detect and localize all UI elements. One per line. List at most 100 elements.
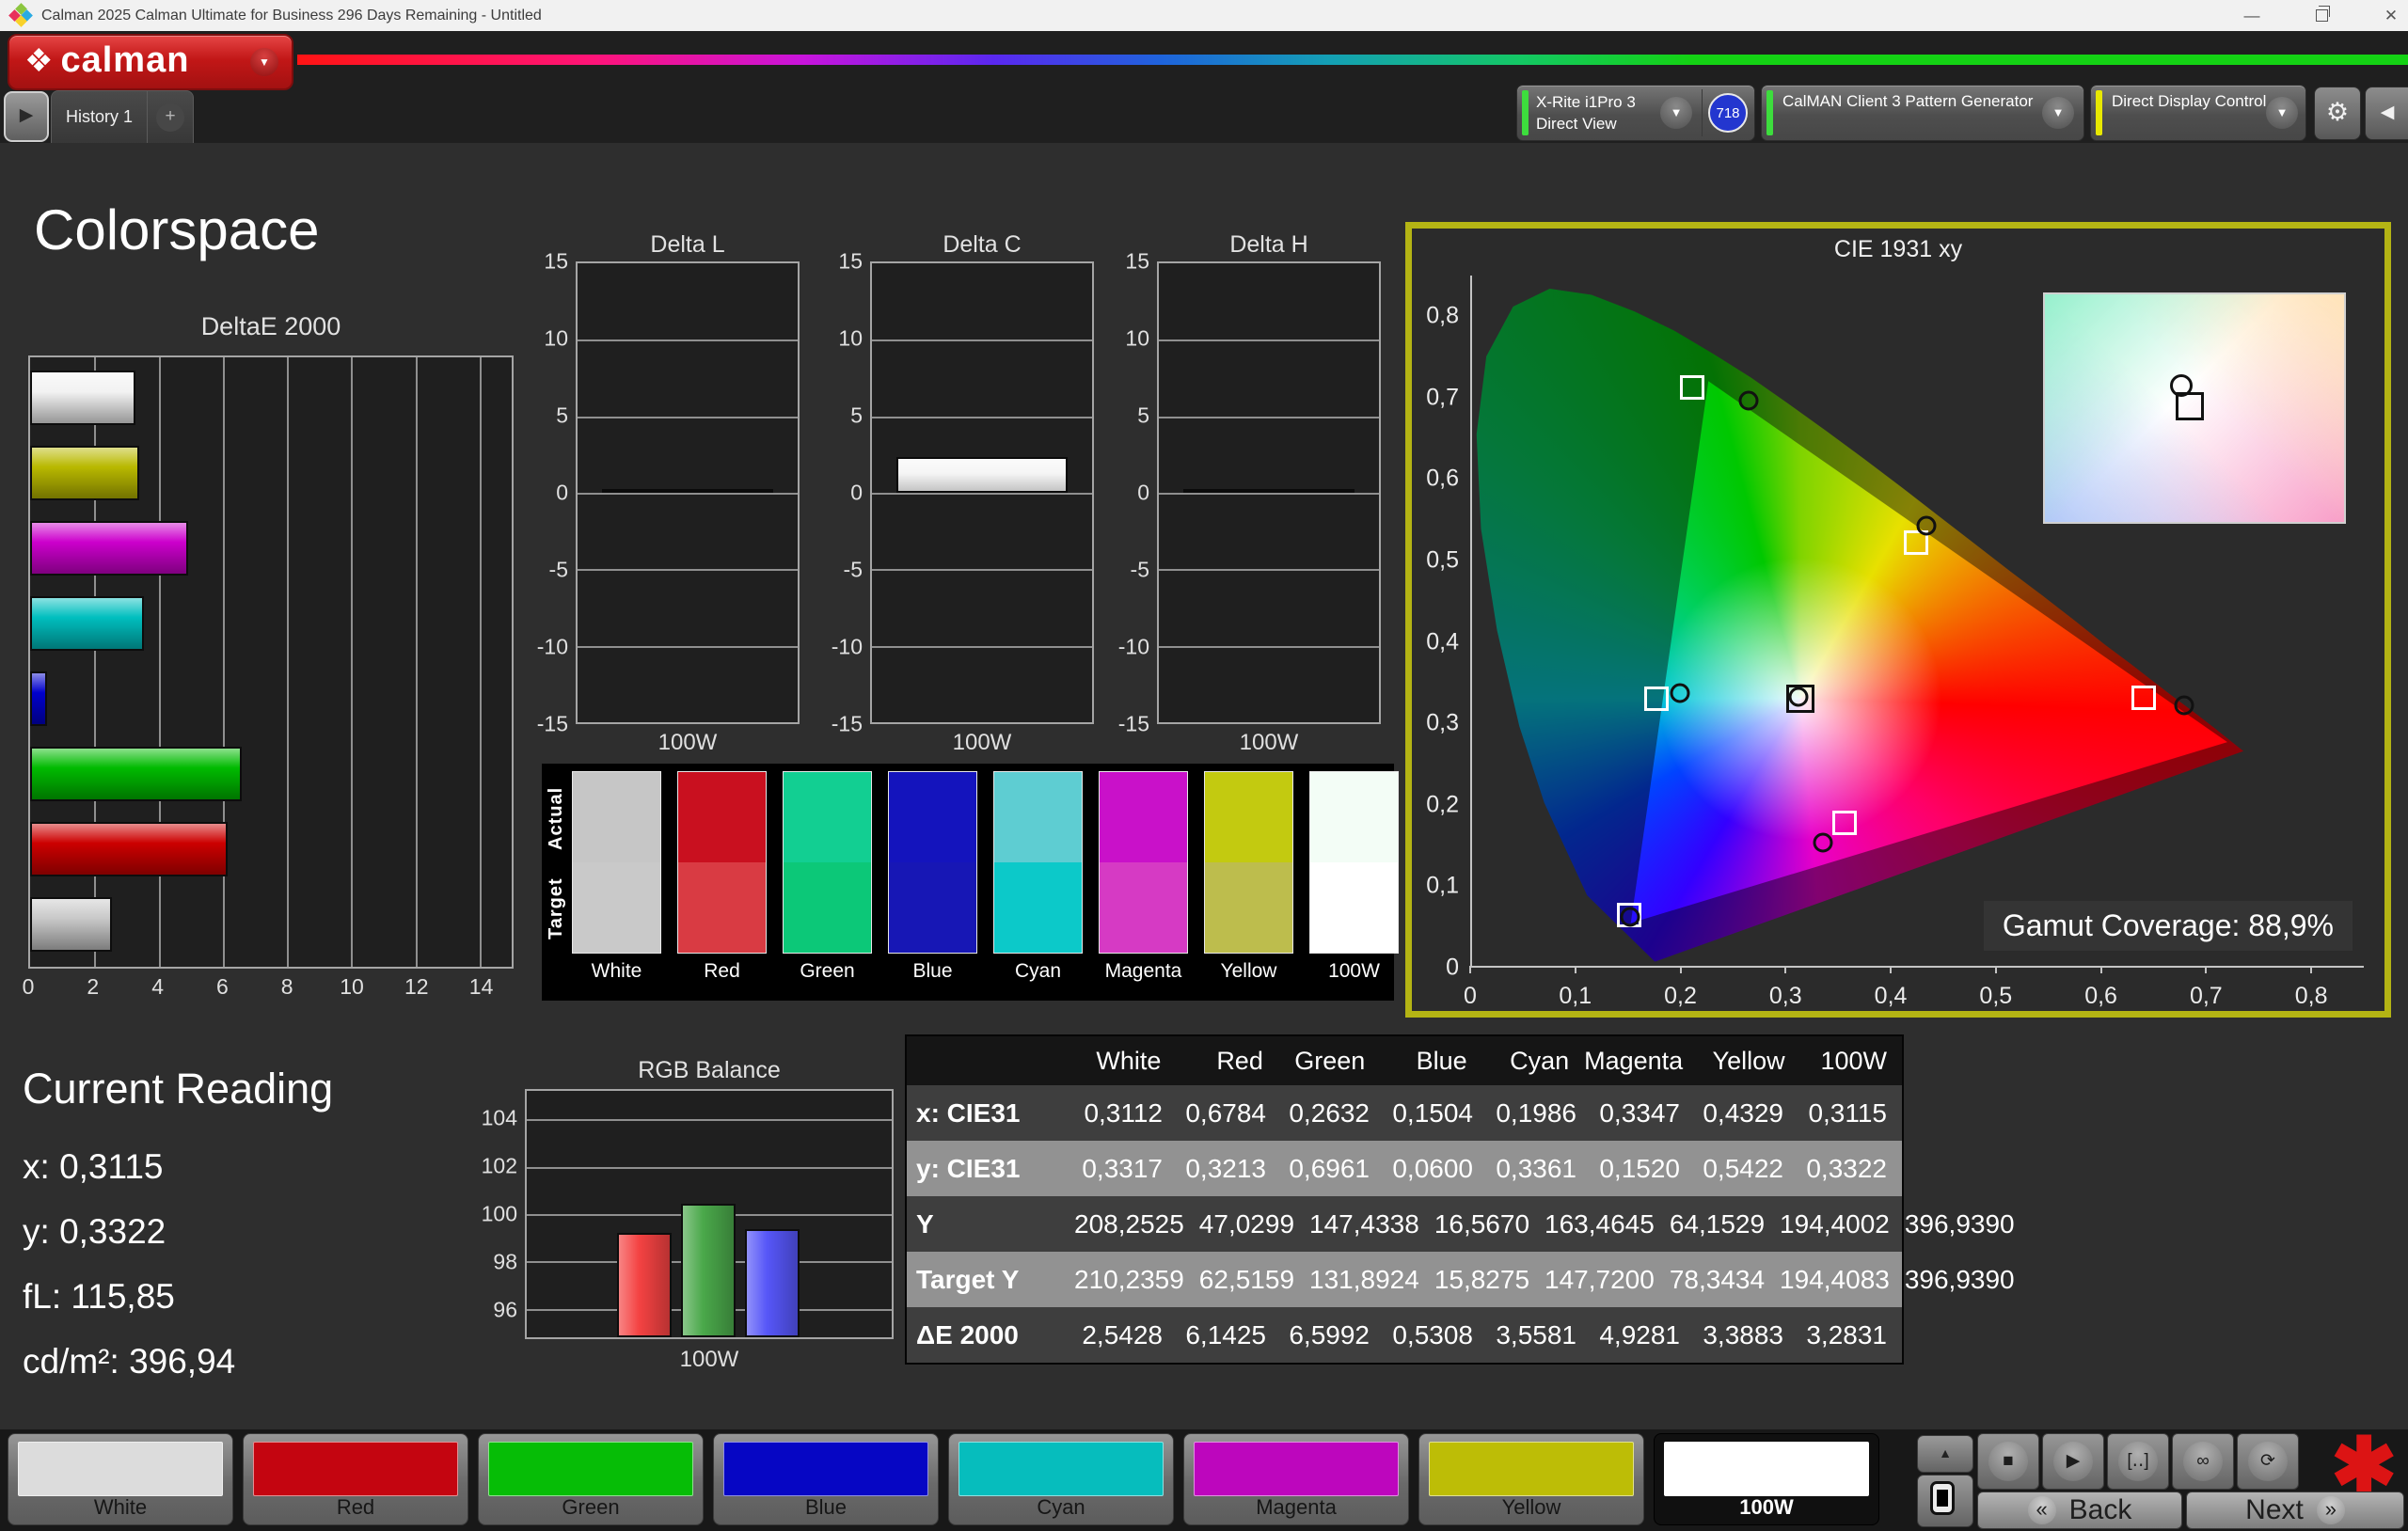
cie-x-tick-label: 0,6	[2084, 983, 2117, 1009]
actual-row-label: Actual	[546, 786, 566, 850]
cie-x-tick-label: 0,5	[1979, 983, 2013, 1009]
calman-menu-button[interactable]: ❖ calman ▼	[8, 34, 293, 90]
pattern-button-yellow[interactable]: Yellow	[1418, 1433, 1644, 1525]
reading-cdm2-label: cd/m²:	[23, 1342, 119, 1381]
settings-button[interactable]: ⚙	[2314, 87, 2361, 140]
gamut-coverage-label: Gamut Coverage:	[2002, 908, 2241, 942]
swatch-actual-white	[573, 772, 660, 862]
deltae-x-tick-label: 12	[404, 974, 429, 999]
minimize-button[interactable]: —	[2226, 0, 2278, 31]
delta_c-y-tick-label: -5	[843, 557, 863, 582]
stop-icon: ■	[1988, 1442, 2028, 1481]
delta_c-bar	[895, 457, 1069, 493]
delta-h-chart-title: Delta H	[1229, 231, 1308, 258]
refresh-button[interactable]: ⟳	[2237, 1433, 2299, 1490]
swatch-stack	[1204, 771, 1293, 954]
delta_h-y-tick-label: 10	[1125, 325, 1149, 351]
delta_c-y-tick-label: 5	[850, 402, 863, 428]
reading-cdm2: cd/m²: 396,94	[23, 1342, 333, 1381]
pattern-swatch	[723, 1442, 928, 1496]
collapse-panel-button[interactable]: ◀	[2365, 87, 2408, 140]
meter-dropdown[interactable]: X-Rite i1Pro 3 Direct View ▼ 718	[1516, 85, 1755, 141]
table-cell: 210,2359	[1074, 1264, 1184, 1294]
pattern-button-blue[interactable]: Blue	[713, 1433, 939, 1525]
delta_h-y-tick-label: -5	[1130, 557, 1149, 582]
cie-y-tick-label: 0,3	[1426, 709, 1459, 736]
deltae-bar-100w	[30, 371, 136, 425]
table-cell: 208,2525	[1074, 1208, 1184, 1239]
table-cell: 0,6784	[1185, 1097, 1266, 1128]
play-button[interactable]: ▶	[2042, 1433, 2104, 1490]
cie-chart-plot: Gamut Coverage: 88,9%	[1470, 276, 2364, 968]
table-cell: 194,4083	[1780, 1264, 1890, 1294]
delta_l-y-tick-label: 5	[556, 402, 568, 428]
delta-c-chart-title: Delta C	[943, 231, 1022, 258]
loop-button[interactable]: ∞	[2172, 1433, 2234, 1490]
swatch-target-cyan	[994, 862, 1082, 953]
stop-button[interactable]: ■	[1977, 1433, 2039, 1490]
table-cell: 0,3317	[1082, 1153, 1163, 1183]
table-header-row: White Red Green Blue Cyan Magenta Yellow 100W	[907, 1036, 1902, 1085]
table-cell: 6,5992	[1289, 1319, 1370, 1349]
actual-target-swatch-panel: Actual Target White Red Green Blue Cyan Magen…	[542, 764, 1399, 1001]
cie-measured-red	[2174, 695, 2194, 716]
table-cell: 396,9390	[1904, 1264, 2015, 1294]
deltae-chart-title: DeltaE 2000	[200, 312, 341, 340]
delta_c-gridline	[872, 493, 1092, 495]
table-cell: 0,5422	[1703, 1153, 1783, 1183]
delta_h-y-tick-label: -15	[1117, 711, 1149, 736]
reading-y-label: y:	[23, 1212, 50, 1251]
swatch-label: Green	[800, 960, 855, 982]
delta_h-y-tick-label: 5	[1137, 402, 1149, 428]
step-button[interactable]: [‥]	[2107, 1433, 2169, 1490]
table-row-label: Target Y	[916, 1264, 1020, 1294]
expand-panel-button[interactable]: ▲	[1917, 1435, 1973, 1473]
table-cell: 0,5308	[1392, 1319, 1473, 1349]
reading-x: x: 0,3115	[23, 1147, 333, 1187]
pattern-generator-dropdown[interactable]: CalMAN Client 3 Pattern Generator ▼	[1761, 85, 2084, 141]
table-cell: 131,8924	[1309, 1264, 1419, 1294]
close-button[interactable]: ✕	[2365, 0, 2408, 31]
meter-status-indicator	[1522, 90, 1529, 135]
cie-measured-blue	[1620, 907, 1640, 927]
pattern-button-magenta[interactable]: Magenta	[1183, 1433, 1409, 1525]
pattern-button-red[interactable]: Red	[243, 1433, 468, 1525]
deltae-x-tick-label: 4	[151, 974, 164, 999]
reading-x-value: 0,3115	[59, 1147, 164, 1186]
next-button-label: Next	[2245, 1494, 2304, 1525]
workflow-advance-button[interactable]: ▶	[4, 91, 49, 142]
swatch-stack	[677, 771, 767, 954]
restore-button[interactable]	[2295, 0, 2348, 31]
back-button[interactable]: « Back	[1977, 1492, 2182, 1529]
rgb-y-tick-label: 98	[493, 1249, 517, 1274]
delta_c-gridline	[872, 416, 1092, 418]
pattern-button-100w[interactable]: 100W	[1654, 1433, 1879, 1525]
pattern-swatch	[253, 1442, 458, 1496]
table-cell: 0,2632	[1289, 1097, 1370, 1128]
display-pattern-button[interactable]	[1917, 1475, 1973, 1527]
cie-measured-magenta	[1813, 832, 1833, 853]
add-tab-button[interactable]: +	[147, 91, 193, 144]
pattern-button-label: Cyan	[1037, 1495, 1085, 1519]
cie-1931-chart: CIE 1931 xy Gamut Coverage: 88,9% 0 0,1 0,…	[1405, 222, 2391, 1018]
pattern-button-label: Red	[336, 1495, 375, 1519]
next-chevron-icon: »	[2316, 1496, 2345, 1524]
table-cell: 62,5159	[1198, 1264, 1295, 1294]
next-button[interactable]: Next »	[2186, 1492, 2404, 1529]
pattern-button-green[interactable]: Green	[478, 1433, 704, 1525]
meter-count-badge[interactable]: 718	[1708, 93, 1748, 133]
back-chevron-icon: «	[2027, 1496, 2056, 1524]
swatch-label: Cyan	[1014, 960, 1062, 982]
cie-x-tick-label: 0,8	[2294, 983, 2328, 1009]
display-status-indicator	[2096, 90, 2102, 135]
table-row-label: ΔE 2000	[916, 1319, 1019, 1349]
tab-history-1[interactable]: History 1	[52, 91, 147, 144]
pattern-button-cyan[interactable]: Cyan	[948, 1433, 1174, 1525]
table-header-cell: 100W	[1820, 1046, 1888, 1075]
table-cell: 3,3883	[1703, 1319, 1783, 1349]
display-control-dropdown[interactable]: Direct Display Control ▼	[2090, 85, 2306, 141]
delta-l-chart-plot	[576, 261, 800, 724]
delta_l-gridline	[578, 416, 798, 418]
pattern-button-white[interactable]: White	[8, 1433, 233, 1525]
deltae-bar-red	[30, 822, 228, 876]
